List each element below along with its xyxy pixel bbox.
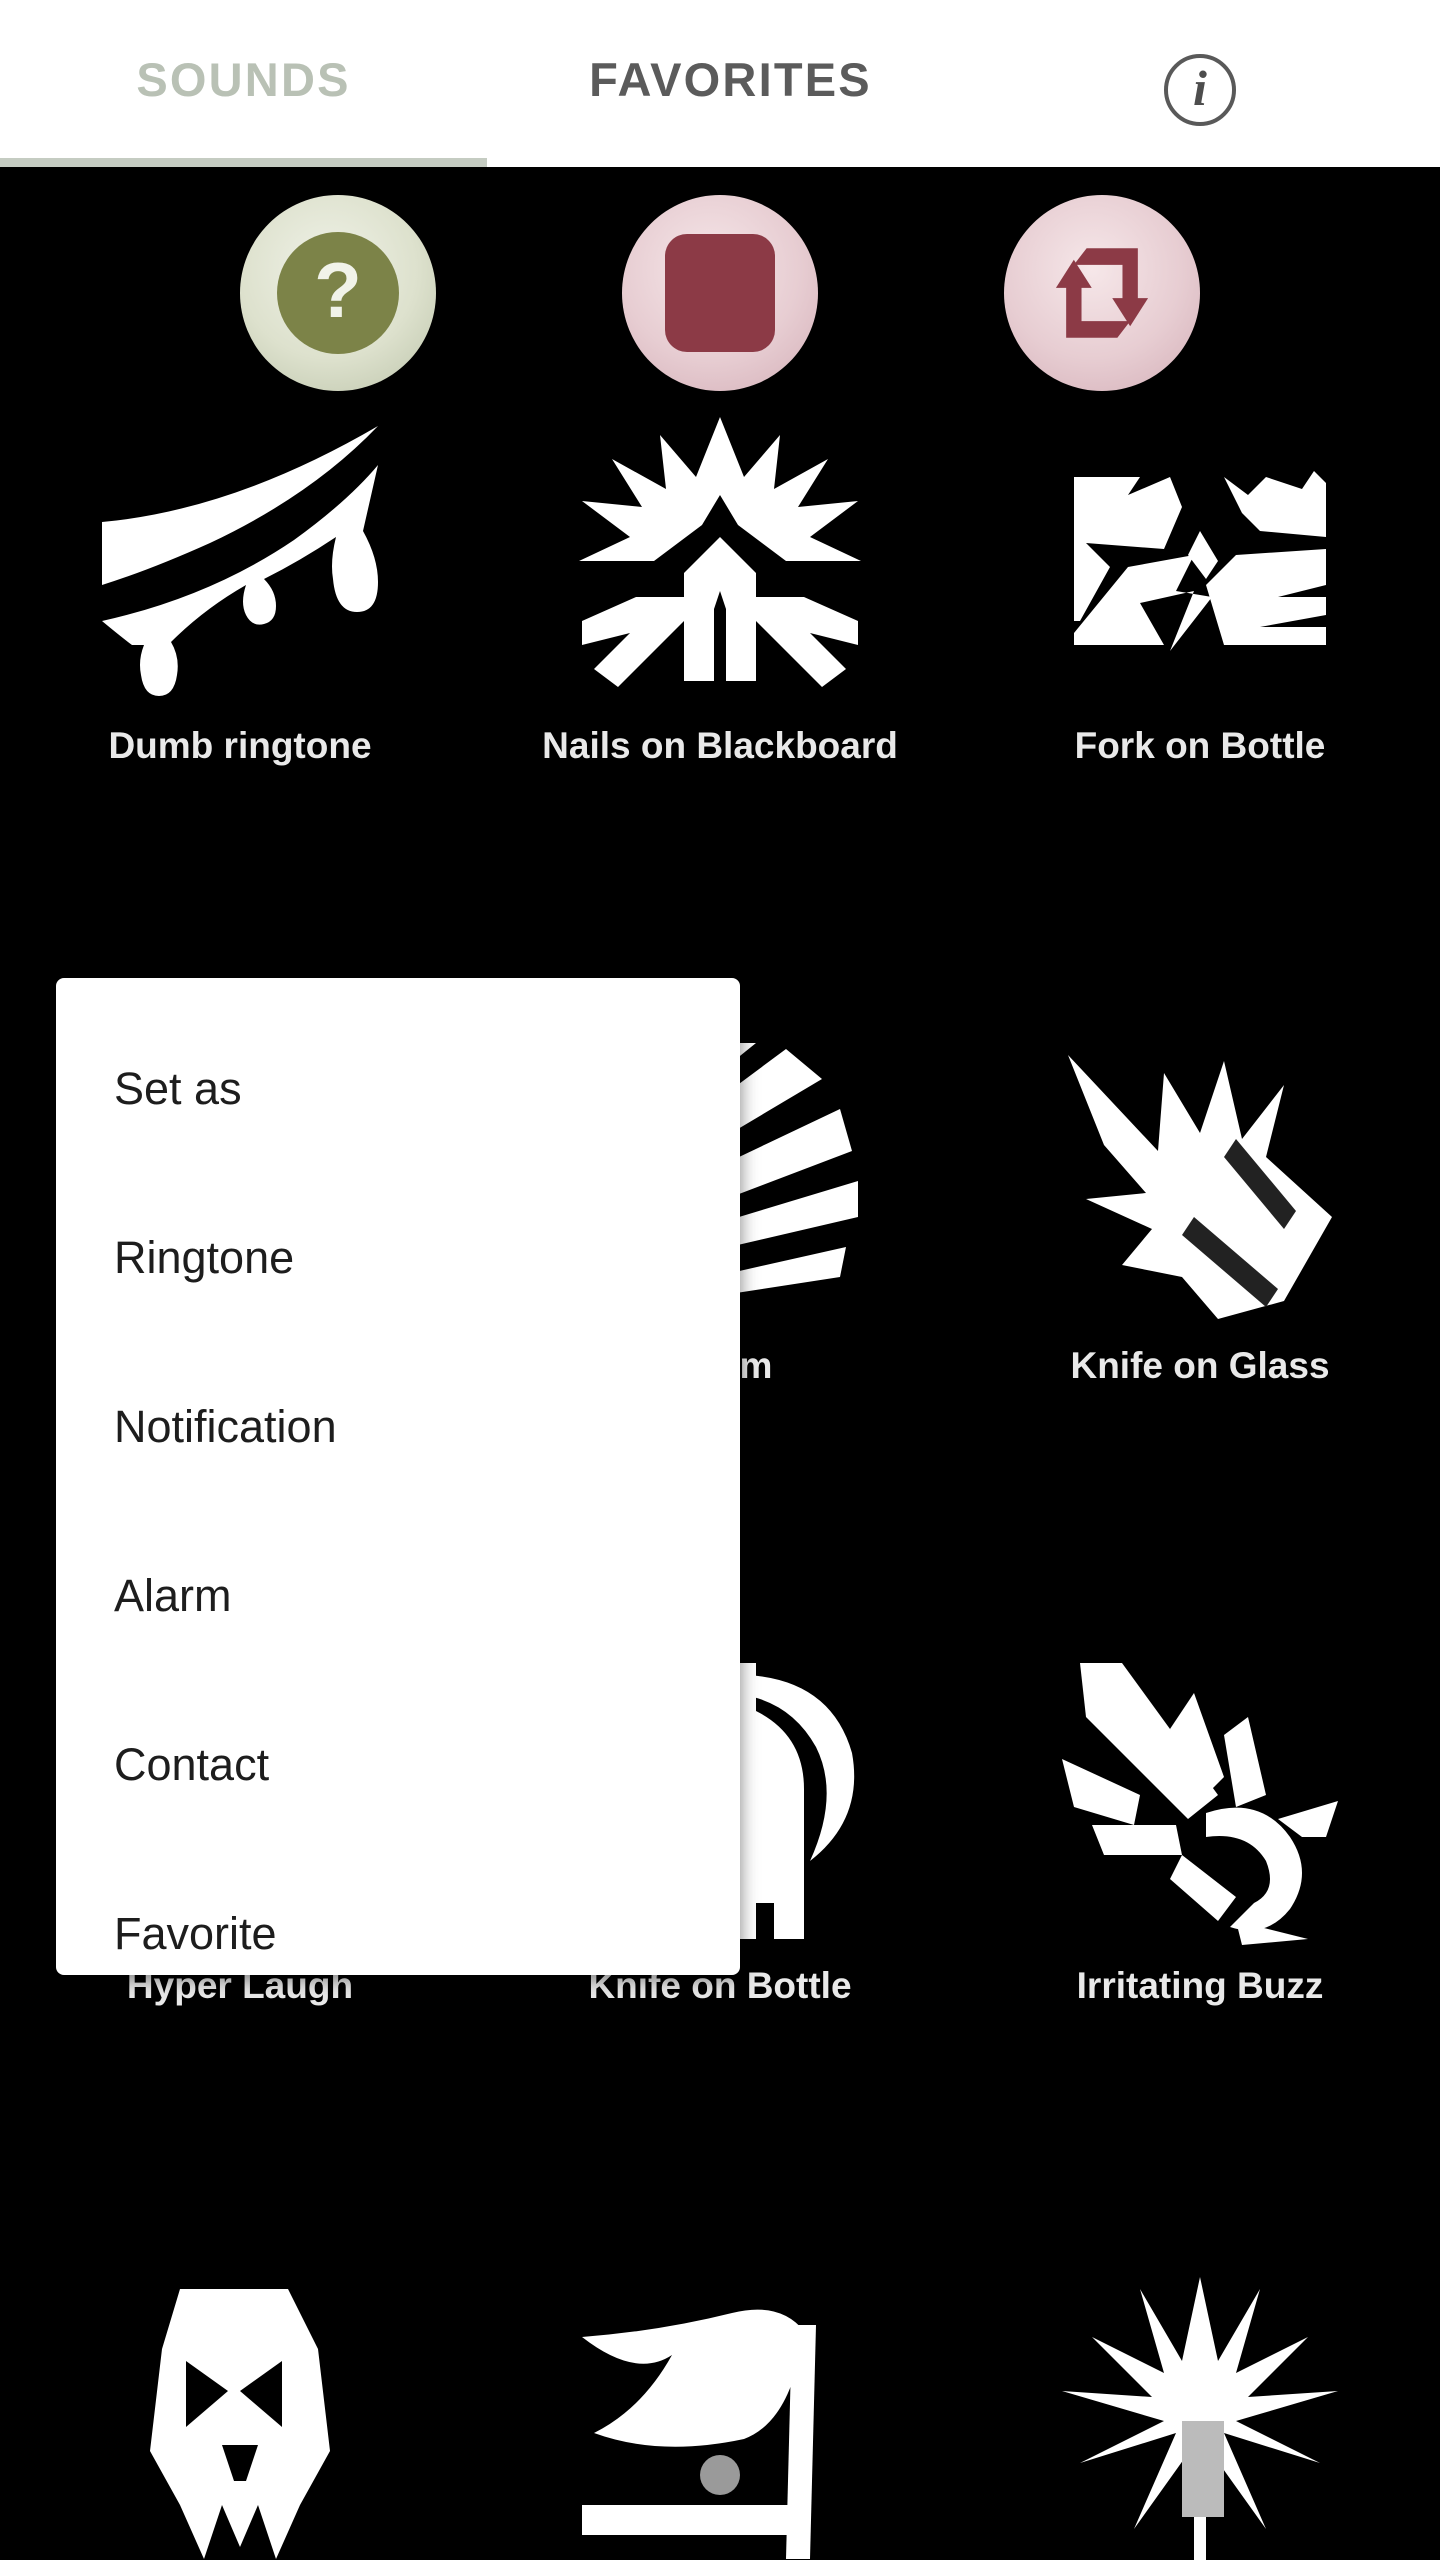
sound-tile-label: Dumb ringtone — [108, 725, 372, 766]
spiky-partial-icon — [1050, 2271, 1350, 2560]
tab-favorites[interactable]: FAVORITES — [487, 0, 974, 158]
tab-sounds[interactable]: SOUNDS — [0, 0, 487, 158]
cracked-square-icon — [1050, 411, 1350, 711]
app-root: SOUNDS FAVORITES i ? Dumb ringtone Nails… — [0, 0, 1440, 2560]
stop-icon — [665, 234, 775, 352]
menu-item-label: Contact — [114, 1738, 270, 1790]
menu-item-contact[interactable]: Contact — [56, 1680, 740, 1849]
tab-active-indicator — [0, 158, 487, 167]
stop-button[interactable] — [622, 195, 818, 391]
menu-item-set-as[interactable]: Set as — [56, 1004, 740, 1173]
question-mark-glyph: ? — [314, 246, 362, 334]
dripping-blade-icon — [90, 411, 390, 711]
menu-item-label: Alarm — [114, 1569, 232, 1621]
sound-tile-row4-left[interactable] — [0, 2257, 480, 2560]
menu-item-label: Notification — [114, 1400, 337, 1452]
sound-tile-fork-on-bottle[interactable]: Fork on Bottle — [960, 397, 1440, 768]
mosquito-icon — [1050, 1651, 1350, 1951]
starburst-figure-icon — [570, 411, 870, 711]
info-icon: i — [1164, 54, 1236, 126]
menu-item-ringtone[interactable]: Ringtone — [56, 1173, 740, 1342]
set-as-context-menu: Set as Ringtone Notification Alarm Conta… — [56, 978, 740, 1975]
menu-item-label: Favorite — [114, 1907, 277, 1959]
menu-item-label: Set as — [114, 1062, 242, 1114]
info-icon-glyph: i — [1193, 60, 1207, 116]
loop-repeat-icon — [1038, 229, 1166, 357]
sound-tile-row4-right[interactable] — [960, 2257, 1440, 2560]
help-button[interactable]: ? — [240, 195, 436, 391]
tab-bar: SOUNDS FAVORITES i — [0, 0, 1440, 167]
info-button[interactable]: i — [1145, 35, 1255, 145]
sound-tile-label: Irritating Buzz — [1076, 1965, 1324, 2006]
sound-tile-row4-mid[interactable] — [480, 2257, 960, 2560]
sound-tile-knife-on-glass[interactable]: Knife on Glass — [960, 1017, 1440, 1388]
sound-tile-label: Fork on Bottle — [1074, 725, 1326, 766]
sound-tile-nails-on-blackboard[interactable]: Nails on Blackboard — [480, 397, 960, 768]
sound-tile-irritating-buzz[interactable]: Irritating Buzz — [960, 1637, 1440, 2008]
question-mark-icon: ? — [277, 232, 399, 354]
loop-button[interactable] — [1004, 195, 1200, 391]
flag-partial-icon — [570, 2271, 870, 2560]
spiky-blade-icon — [1050, 1031, 1350, 1331]
menu-item-favorite[interactable]: Favorite — [56, 1849, 740, 2018]
sound-tile-label: Knife on Glass — [1070, 1345, 1330, 1386]
playback-controls: ? — [0, 167, 1440, 397]
menu-item-alarm[interactable]: Alarm — [56, 1511, 740, 1680]
skull-partial-icon — [90, 2271, 390, 2560]
menu-item-notification[interactable]: Notification — [56, 1342, 740, 1511]
sound-tile-label: Nails on Blackboard — [542, 725, 898, 766]
sound-tile-dumb-ringtone[interactable]: Dumb ringtone — [0, 397, 480, 768]
tab-sounds-label: SOUNDS — [136, 52, 351, 106]
menu-item-label: Ringtone — [114, 1231, 295, 1283]
tab-list: SOUNDS FAVORITES i — [0, 0, 1440, 167]
tab-favorites-label: FAVORITES — [589, 52, 872, 106]
navigation-handle[interactable] — [700, 2455, 740, 2495]
